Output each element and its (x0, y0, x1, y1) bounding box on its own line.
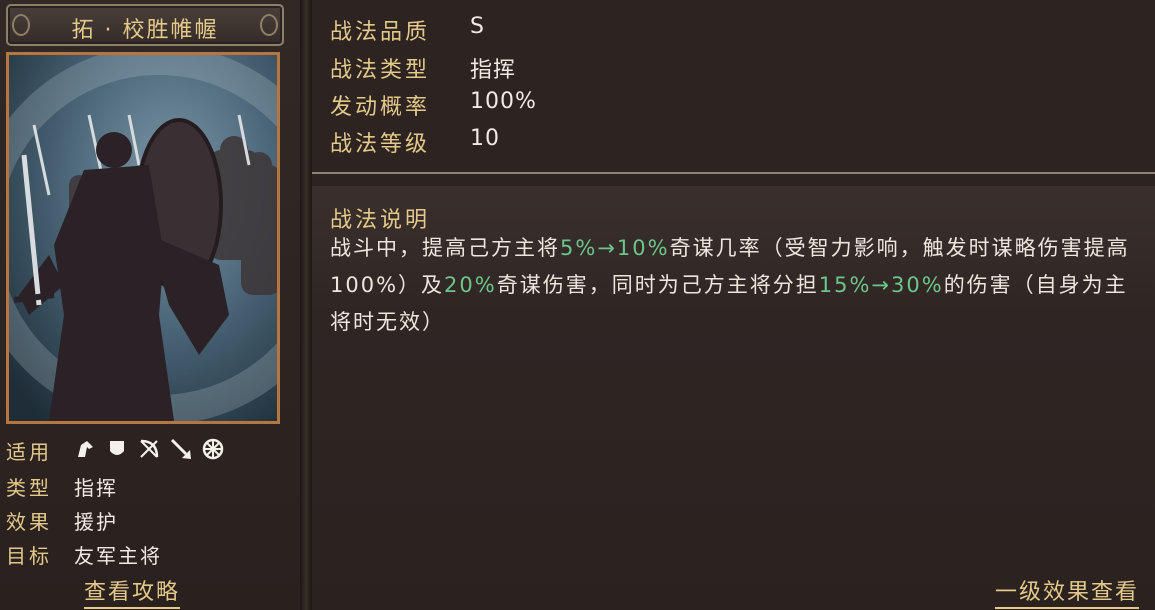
skill-description-box: 战法说明 战斗中，提高己方主将5%→10%奇谋几率（受智力影响，触发时谋略伤害提… (312, 186, 1155, 610)
stat-value: 指挥 (470, 58, 517, 83)
cavalry-icon (74, 438, 96, 460)
panel-divider (300, 0, 312, 610)
spear-icon (170, 438, 192, 460)
desc-highlight: 20% (444, 273, 497, 297)
stat-label: 战法等级 (330, 132, 431, 157)
target-value: 友军主将 (74, 544, 162, 568)
target-label: 目标 (6, 544, 52, 568)
stat-value: 10 (470, 126, 500, 151)
shield-icon (106, 438, 128, 460)
troop-type-icons (74, 438, 224, 460)
bow-icon (138, 438, 160, 460)
stat-label: 战法类型 (330, 58, 431, 83)
skill-name: 拓 · 校胜帷幄 (71, 18, 219, 43)
description-text: 战斗中，提高己方主将5%→10%奇谋几率（受智力影响，触发时谋略伤害提高100%… (330, 230, 1148, 341)
stats-divider (312, 172, 1155, 174)
skill-portrait (6, 52, 280, 424)
level-one-effect-link[interactable]: 一级效果查看 (994, 574, 1139, 609)
stat-value: 100% (470, 89, 537, 114)
effect-value: 援护 (74, 510, 118, 534)
stat-label: 战法品质 (330, 20, 431, 45)
type-label: 类型 (6, 476, 52, 500)
warrior-silhouette-image (9, 55, 277, 421)
stat-value: S (470, 14, 485, 39)
applicable-label: 适用 (6, 440, 52, 464)
skill-details-panel: 战法品质 S 战法类型 指挥 发动概率 100% 战法等级 10 战法说明 战斗… (312, 0, 1155, 610)
type-value: 指挥 (74, 476, 118, 500)
desc-segment: 奇谋伤害，同时为己方主将分担 (496, 273, 819, 297)
skill-name-plate: 拓 · 校胜帷幄 (6, 4, 284, 46)
desc-segment: 战斗中，提高己方主将 (330, 236, 560, 260)
desc-highlight: 5%→10% (560, 236, 670, 260)
view-guide-link[interactable]: 查看攻略 (84, 574, 181, 609)
stat-label: 发动概率 (330, 95, 431, 120)
skill-card-panel: 拓 · 校胜帷幄 适用 类型 指挥 效果 援护 目标 友军主将 查看攻略 (0, 0, 300, 610)
desc-highlight: 15%→30% (818, 273, 944, 297)
effect-label: 效果 (6, 510, 52, 534)
wheel-icon (202, 438, 224, 460)
